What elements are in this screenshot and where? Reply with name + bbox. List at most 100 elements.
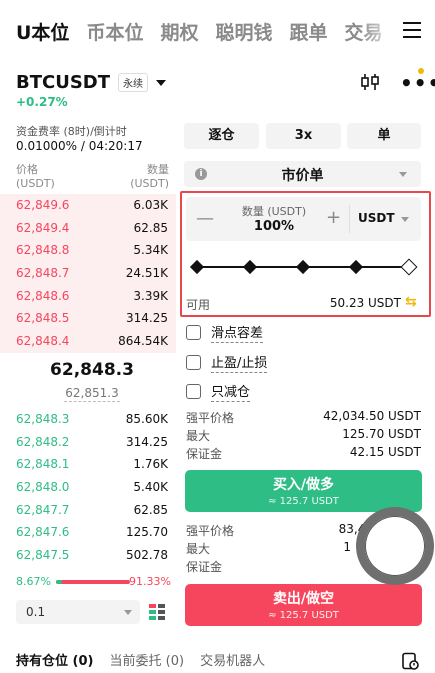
slider-mark-75[interactable] bbox=[348, 259, 364, 275]
label: 强平价格 bbox=[186, 524, 235, 538]
buy-long-button[interactable]: 买入/做多 ≈ 125.7 USDT bbox=[185, 470, 422, 512]
long-liq-price: 强平价格 42,034.50 USDT bbox=[186, 409, 421, 425]
order-type-select[interactable]: i 市价单 bbox=[184, 161, 421, 187]
bid-row[interactable]: 62,847.6 125.70 bbox=[0, 521, 176, 544]
col-price-unit: (USDT) bbox=[16, 177, 55, 190]
label: 保证金 bbox=[186, 447, 223, 461]
sell-label: 卖出/做空 bbox=[272, 591, 335, 607]
quantity-input[interactable]: 100% bbox=[214, 219, 334, 234]
ask-row[interactable]: 62,848.7 24.51K bbox=[0, 262, 176, 285]
plus-icon[interactable]: + bbox=[326, 207, 341, 228]
bid-price: 62,848.0 bbox=[16, 480, 70, 495]
slider-mark-0[interactable] bbox=[189, 259, 205, 275]
tabs-fade bbox=[359, 14, 399, 48]
bid-qty: 314.25 bbox=[126, 434, 168, 449]
bottom-tabs: 持有仓位 (0) 当前委托 (0) 交易机器人 bbox=[16, 650, 281, 669]
ask-price: 62,848.7 bbox=[16, 266, 70, 281]
quantity-slider[interactable] bbox=[189, 258, 418, 276]
quantity-label: 数量 (USDT) bbox=[241, 205, 307, 218]
bid-qty: 502.78 bbox=[126, 548, 168, 563]
sell-short-button[interactable]: 卖出/做空 ≈ 125.7 USDT bbox=[185, 584, 422, 626]
ask-price: 62,848.8 bbox=[16, 243, 70, 258]
candlestick-chart-icon[interactable] bbox=[360, 73, 380, 91]
bid-row[interactable]: 62,848.2 314.25 bbox=[0, 431, 176, 454]
long-max: 最大 125.70 USDT bbox=[186, 427, 421, 443]
hamburger-menu-icon[interactable] bbox=[403, 22, 421, 38]
ask-row[interactable]: 62,848.5 314.25 bbox=[0, 307, 176, 331]
tab-trading-bots[interactable]: 交易机器人 bbox=[200, 650, 265, 669]
checkbox[interactable] bbox=[186, 325, 201, 340]
ask-row[interactable]: 62,848.8 5.34K bbox=[0, 239, 176, 263]
bid-row[interactable]: 62,847.5 502.78 bbox=[0, 544, 176, 567]
checkbox[interactable] bbox=[186, 355, 201, 370]
checkbox[interactable] bbox=[186, 384, 201, 399]
mark-price-underline bbox=[64, 401, 120, 402]
option-label: 只减仓 bbox=[211, 381, 251, 402]
minus-icon[interactable]: — bbox=[196, 208, 214, 229]
order-history-icon[interactable] bbox=[401, 652, 419, 670]
chevron-down-icon bbox=[156, 79, 167, 86]
label: 保证金 bbox=[186, 560, 223, 574]
bid-row[interactable]: 62,847.7 62.85 bbox=[0, 499, 176, 522]
tab-label: 当前委托 bbox=[109, 654, 162, 669]
value: 42.15 USDT bbox=[349, 445, 421, 459]
orderbook-layout-icon[interactable] bbox=[148, 603, 166, 621]
bid-qty: 85.60K bbox=[125, 412, 168, 426]
ask-row[interactable]: 62,848.6 3.39K bbox=[0, 284, 176, 308]
tp-sl-option[interactable]: 止盈/止损 bbox=[186, 352, 268, 373]
label: 最大 bbox=[186, 542, 211, 556]
slippage-option[interactable]: 滑点容差 bbox=[186, 322, 264, 343]
label: 强平价格 bbox=[186, 411, 235, 425]
ask-row[interactable]: 62,849.4 62.85 bbox=[0, 216, 176, 240]
option-label: 止盈/止损 bbox=[211, 352, 268, 373]
margin-mode-button[interactable]: 逐仓 bbox=[184, 123, 259, 149]
slider-handle[interactable] bbox=[400, 258, 418, 276]
tab-label: 持有仓位 bbox=[16, 654, 69, 669]
orderbook-header: 价格 数量 bbox=[16, 161, 169, 177]
option-label: 滑点容差 bbox=[211, 322, 264, 343]
bid-price: 62,847.7 bbox=[16, 502, 70, 517]
ask-price: 62,849.6 bbox=[16, 198, 70, 212]
last-price[interactable]: 62,848.3 bbox=[0, 360, 184, 380]
bid-qty: 5.40K bbox=[133, 480, 168, 495]
bid-row[interactable]: 62,848.1 1.76K bbox=[0, 453, 176, 476]
more-options-icon[interactable]: ••• bbox=[400, 73, 435, 93]
ask-row[interactable]: 62,848.4 864.54K bbox=[0, 330, 176, 353]
bid-row[interactable]: 62,848.0 5.40K bbox=[0, 476, 176, 499]
ratio-bar-fill bbox=[56, 580, 63, 584]
tab-smart-money[interactable]: 聪明钱 bbox=[215, 18, 272, 45]
ask-row[interactable]: 62,849.6 6.03K bbox=[0, 194, 176, 217]
ask-qty: 24.51K bbox=[125, 266, 168, 281]
tab-coin-m[interactable]: 币本位 bbox=[86, 18, 143, 45]
bid-price: 62,848.2 bbox=[16, 434, 70, 449]
bid-qty: 62.85 bbox=[133, 502, 168, 517]
symbol-selector[interactable]: BTCUSDT 永续 bbox=[16, 72, 167, 93]
ask-qty: 6.03K bbox=[133, 198, 168, 212]
tab-usdt-m[interactable]: U本位 bbox=[16, 18, 69, 45]
reduce-only-option[interactable]: 只减仓 bbox=[186, 381, 251, 402]
col-qty-label: 数量 bbox=[147, 163, 169, 176]
sell-amount: ≈ 125.7 USDT bbox=[268, 610, 339, 621]
bid-price: 62,848.3 bbox=[16, 412, 70, 426]
bid-row[interactable]: 62,848.3 85.60K bbox=[0, 408, 176, 431]
position-mode-button[interactable]: 单 bbox=[347, 123, 421, 149]
slider-mark-25[interactable] bbox=[242, 259, 258, 275]
tab-options[interactable]: 期权 bbox=[160, 18, 198, 45]
bid-price: 62,847.5 bbox=[16, 548, 70, 563]
tab-open-orders[interactable]: 当前委托 (0) bbox=[109, 650, 184, 669]
quantity-unit-select[interactable]: USDT bbox=[358, 211, 395, 225]
floating-assistive-button[interactable] bbox=[356, 507, 434, 585]
depth-precision-select[interactable]: 0.1 bbox=[16, 600, 140, 624]
ask-list: 62,849.6 6.03K 62,849.4 62.85 62,848.8 5.34… bbox=[0, 194, 176, 353]
tab-positions[interactable]: 持有仓位 (0) bbox=[16, 650, 93, 669]
tab-copy-trading[interactable]: 跟单 bbox=[289, 18, 327, 45]
bid-qty: 125.70 bbox=[126, 525, 168, 540]
transfer-icon[interactable]: ⇆ bbox=[405, 294, 417, 310]
leverage-button[interactable]: 3x bbox=[266, 123, 341, 149]
depth-value: 0.1 bbox=[26, 605, 46, 619]
bid-list: 62,848.3 85.60K 62,848.2 314.25 62,848.1 1.… bbox=[0, 408, 176, 567]
chevron-down-icon bbox=[401, 217, 409, 222]
quantity-stepper[interactable]: — 数量 (USDT) 100% + USDT bbox=[186, 197, 421, 241]
symbol-name: BTCUSDT bbox=[16, 72, 111, 93]
slider-mark-50[interactable] bbox=[295, 259, 311, 275]
